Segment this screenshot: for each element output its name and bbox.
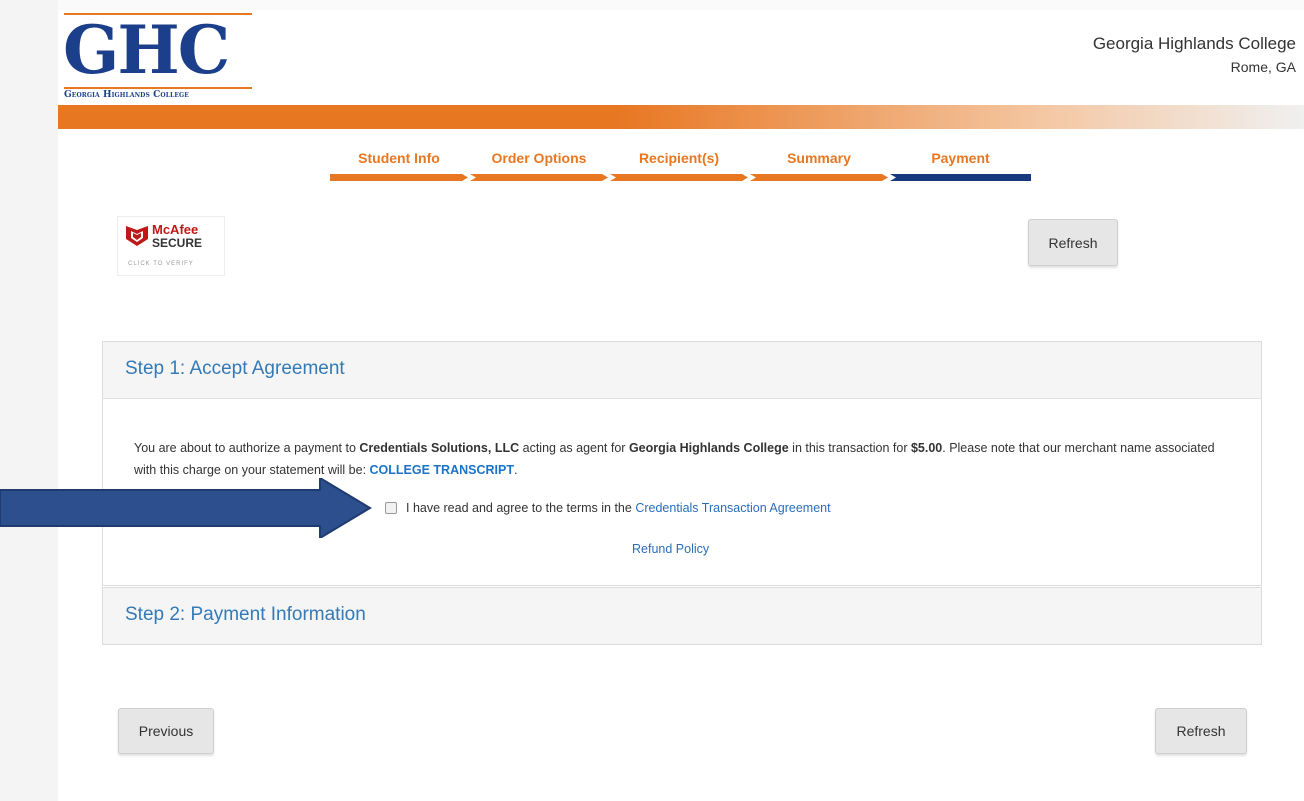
text-segment: You are about to authorize a payment to: [134, 441, 360, 455]
mcafee-brand: McAfee: [152, 222, 199, 237]
mcafee-verify-label: CLICK TO VERIFY: [128, 261, 194, 267]
step-bar: [470, 174, 608, 181]
step-label: Student Info: [358, 150, 440, 166]
text-segment: in this transaction for: [788, 441, 911, 455]
header-band: [58, 105, 1304, 129]
college-name: Georgia Highlands College: [1092, 34, 1296, 53]
agree-checkbox[interactable]: [385, 502, 397, 514]
step-label: Order Options: [491, 150, 587, 166]
step-bar: [330, 174, 468, 181]
agree-label: I have read and agree to the terms in th…: [406, 501, 632, 515]
ghc-logo[interactable]: GHC Georgia Highlands College: [63, 11, 254, 101]
refresh-button-top[interactable]: Refresh: [1028, 219, 1118, 266]
step-summary[interactable]: Summary: [750, 148, 888, 186]
previous-button[interactable]: Previous: [118, 708, 214, 754]
header-shade: [58, 0, 1304, 10]
step-recipients[interactable]: Recipient(s): [610, 148, 748, 186]
step1-title: Step 1: Accept Agreement: [125, 358, 345, 379]
right-arrow-icon: [0, 478, 372, 538]
merchant-name: COLLEGE TRANSCRIPT: [369, 463, 514, 477]
mcafee-secure-label: SECURE: [152, 236, 203, 250]
college-info: Georgia Highlands College Rome, GA: [1093, 33, 1296, 79]
agreement-link[interactable]: Credentials Transaction Agreement: [635, 501, 830, 515]
step-student-info[interactable]: Student Info: [330, 148, 468, 186]
logo-rule-bottom: [64, 87, 252, 89]
step2-panel: Step 2: Payment Information: [102, 587, 1262, 645]
company-name: Credentials Solutions, LLC: [359, 441, 520, 455]
step1-heading[interactable]: Step 1: Accept Agreement: [103, 342, 1261, 399]
refresh-button-bottom[interactable]: Refresh: [1155, 708, 1247, 754]
refund-policy-link[interactable]: Refund Policy: [632, 542, 709, 556]
step1-panel: Step 1: Accept Agreement You are about t…: [102, 341, 1262, 586]
payment-amount: $5.00: [910, 441, 943, 455]
step-label: Payment: [931, 150, 990, 166]
step-label: Recipient(s): [638, 150, 720, 166]
logo-letters: GHC: [63, 11, 230, 89]
text-segment: acting as agent for: [519, 441, 629, 455]
wizard-steps: Student Info Order Options Recipient(s) …: [330, 148, 1050, 188]
step-order-options[interactable]: Order Options: [470, 148, 608, 186]
mcafee-secure-badge[interactable]: McAfee SECURE CLICK TO VERIFY: [117, 216, 225, 276]
step-bar: [610, 174, 748, 181]
college-name-inline: Georgia Highlands College: [628, 441, 789, 455]
step-bar: [750, 174, 888, 181]
step-payment[interactable]: Payment: [890, 148, 1031, 186]
college-city: Rome, GA: [1230, 59, 1296, 75]
mcafee-shield-icon: [126, 226, 148, 246]
text-segment: .: [513, 463, 518, 477]
step-label: Summary: [787, 150, 851, 166]
logo-subtitle: Georgia Highlands College: [64, 90, 189, 100]
agreement-text: You are about to authorize a payment to …: [134, 437, 1224, 481]
step2-title: Step 2: Payment Information: [125, 604, 366, 625]
step2-heading[interactable]: Step 2: Payment Information: [103, 588, 1261, 644]
step-bar: [890, 174, 1031, 181]
agree-row: I have read and agree to the terms in th…: [385, 501, 831, 515]
page-gutter: [0, 0, 58, 801]
